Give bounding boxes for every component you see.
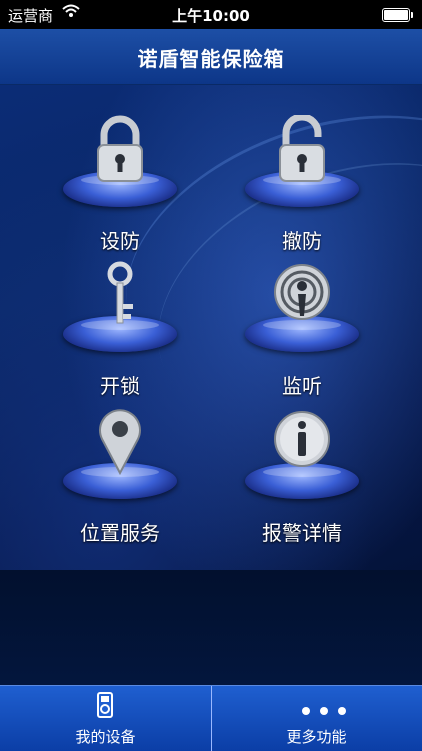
tab-bar: 我的设备 更多功能 <box>0 685 422 751</box>
tab-label: 更多功能 <box>286 728 347 746</box>
unlock-button[interactable]: 开锁 <box>55 250 185 398</box>
listen-button[interactable]: 监听 <box>237 250 367 398</box>
listen-icon <box>272 260 332 330</box>
lock-open-icon <box>272 113 332 185</box>
main-content: 设防 撤防 开锁 监听 位置服务 报警详情 <box>0 85 422 685</box>
tile-label: 监听 <box>282 374 322 398</box>
navigation-bar: 诺盾智能保险箱 <box>0 29 422 85</box>
background-band <box>0 570 422 685</box>
status-bar: 运营商 上午10:00 <box>0 0 422 29</box>
device-icon <box>97 692 113 722</box>
tile-label: 报警详情 <box>262 521 342 545</box>
arm-button[interactable]: 设防 <box>55 105 185 253</box>
tab-label: 我的设备 <box>75 728 136 746</box>
status-time: 上午10:00 <box>172 7 250 25</box>
key-icon <box>90 260 150 330</box>
location-service-button[interactable]: 位置服务 <box>55 397 185 545</box>
alarm-details-button[interactable]: 报警详情 <box>237 397 367 545</box>
tile-label: 开锁 <box>100 374 140 398</box>
disarm-button[interactable]: 撤防 <box>237 105 367 253</box>
location-pin-icon <box>90 407 150 477</box>
battery-icon <box>382 8 413 22</box>
tile-label: 位置服务 <box>80 521 160 545</box>
tab-my-devices[interactable]: 我的设备 <box>0 686 211 751</box>
info-icon <box>272 407 332 477</box>
tab-more-functions[interactable]: 更多功能 <box>211 686 422 751</box>
page-title: 诺盾智能保险箱 <box>137 47 285 71</box>
more-dots-icon <box>297 700 351 719</box>
lock-closed-icon <box>90 115 150 185</box>
